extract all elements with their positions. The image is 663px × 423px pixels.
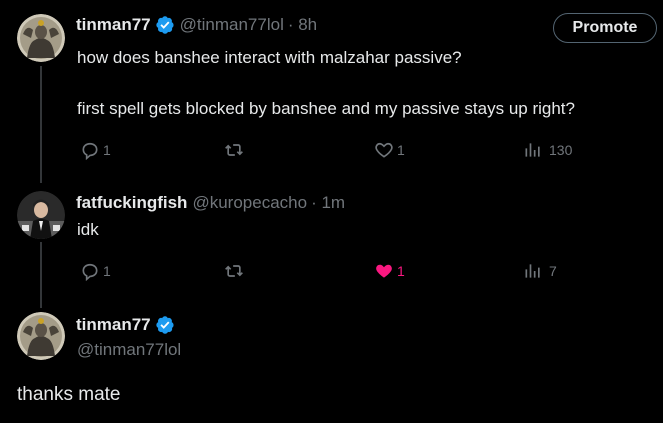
views-button[interactable]: 7	[520, 261, 557, 281]
like-button[interactable]: 1	[371, 261, 405, 281]
author-handle[interactable]: @tinman77lol	[77, 340, 181, 360]
views-button[interactable]: 130	[520, 140, 572, 160]
retweet-icon	[223, 140, 245, 160]
tweet-original[interactable]: tinman77 @tinman77lol · 8h Promote how d…	[0, 0, 663, 185]
reply-button[interactable]: 1	[77, 261, 111, 281]
tweet-focused[interactable]: tinman77 @tinman77lol thanks mate	[0, 300, 663, 423]
verified-badge-icon	[155, 15, 175, 35]
tweet-text-line: first spell gets blocked by banshee and …	[77, 99, 575, 118]
avatar[interactable]	[17, 191, 65, 239]
tweet-reply[interactable]: fatfuckingfish @kuropecacho · 1m idk 1 1…	[0, 185, 663, 300]
retweet-icon	[223, 261, 245, 281]
tweet-text: idk	[77, 220, 99, 239]
reply-icon	[80, 261, 100, 281]
views-icon	[523, 140, 543, 160]
like-count: 1	[397, 263, 405, 279]
reply-button[interactable]: 1	[77, 140, 111, 160]
timestamp[interactable]: · 8h	[288, 15, 317, 35]
author-handle[interactable]: @tinman77lol	[180, 15, 284, 35]
retweet-button[interactable]	[220, 261, 245, 281]
author-name[interactable]: tinman77	[76, 15, 151, 35]
timestamp[interactable]: · 1m	[311, 193, 345, 213]
avatar[interactable]	[17, 14, 65, 62]
like-icon	[374, 261, 394, 281]
views-count: 7	[549, 263, 557, 279]
reply-count: 1	[103, 142, 111, 158]
views-icon	[523, 261, 543, 281]
author-handle[interactable]: @kuropecacho	[192, 193, 307, 213]
author-name[interactable]: fatfuckingfish	[76, 193, 187, 213]
views-count: 130	[549, 142, 573, 158]
like-icon	[374, 140, 394, 160]
like-button[interactable]: 1	[371, 140, 405, 160]
avatar[interactable]	[17, 312, 65, 360]
reply-icon	[80, 140, 100, 160]
reply-count: 1	[103, 263, 111, 279]
like-count: 1	[397, 142, 405, 158]
verified-badge-icon	[155, 315, 175, 335]
promote-button[interactable]: Promote	[553, 13, 657, 43]
author-name[interactable]: tinman77	[76, 315, 151, 335]
tweet-text: thanks mate	[17, 384, 121, 405]
retweet-button[interactable]	[220, 140, 245, 160]
tweet-text-line: how does banshee interact with malzahar …	[77, 48, 462, 67]
